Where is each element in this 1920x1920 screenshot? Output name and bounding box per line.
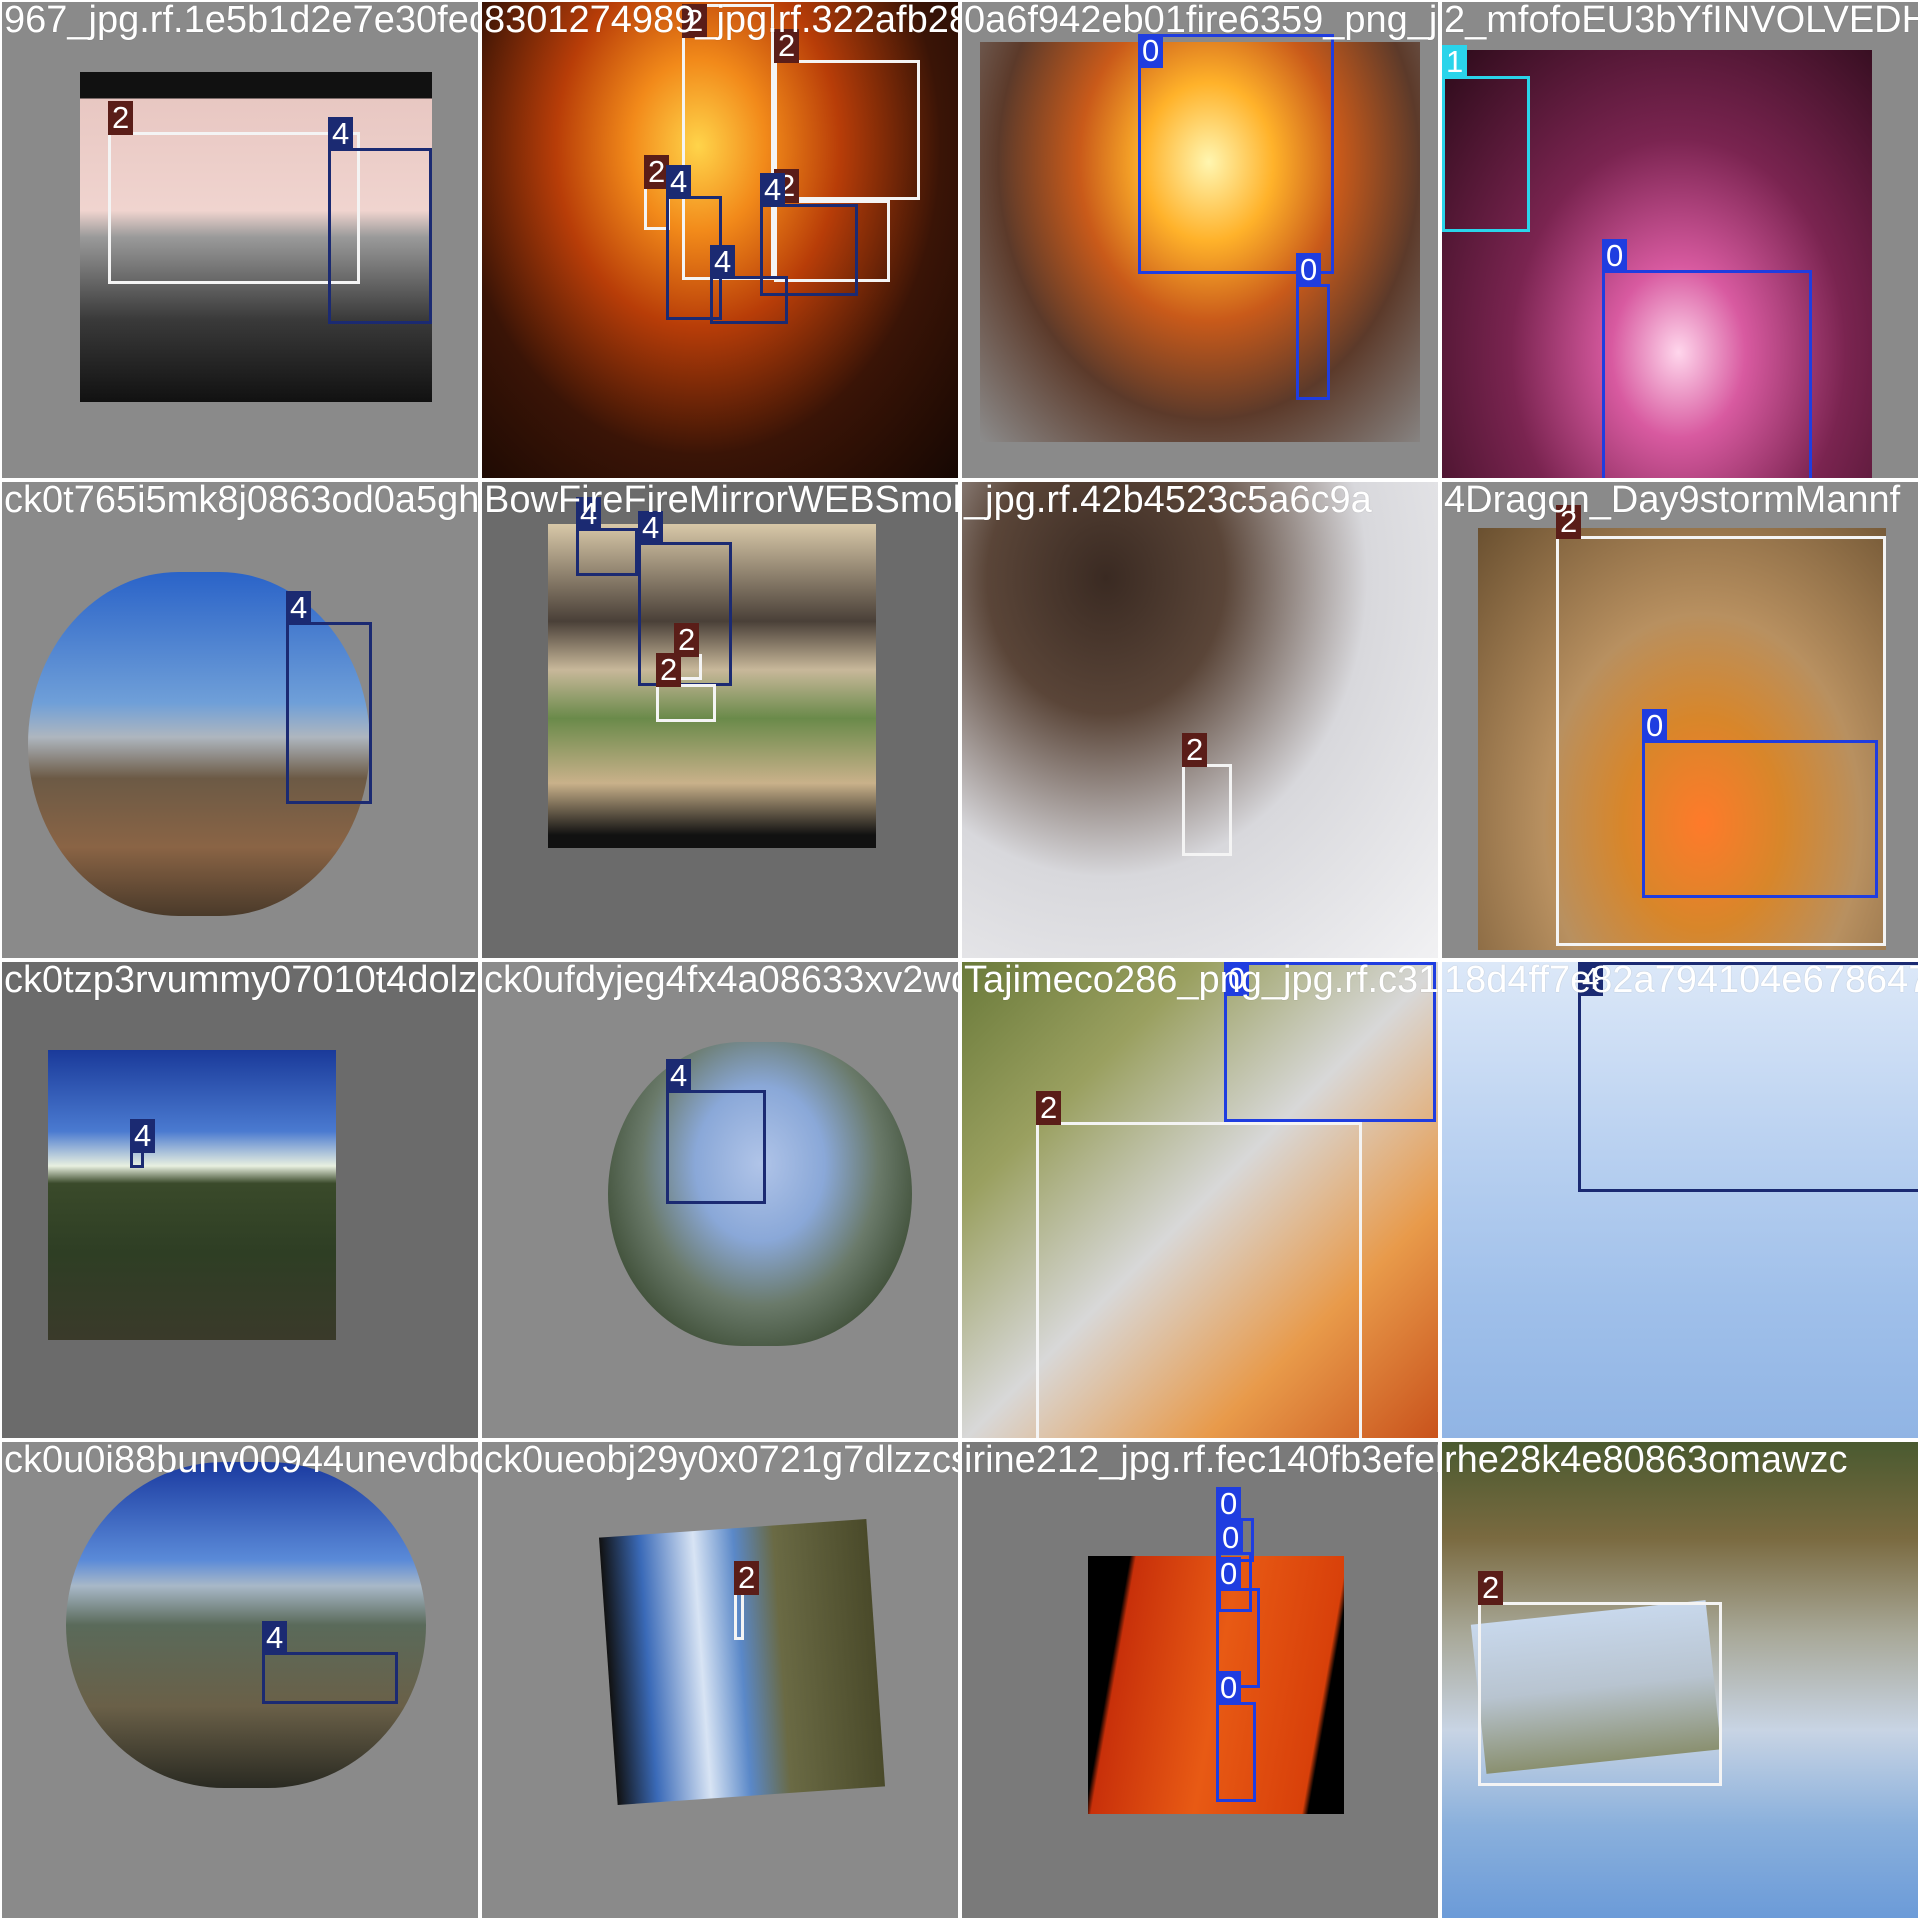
detection-class-label: 4 <box>130 1119 156 1153</box>
mosaic-tile: ck0ueobj29y0x0721g7dlzzcs 2 <box>480 1440 960 1920</box>
detection-class-label: 0 <box>1218 1521 1244 1555</box>
detection-box-class-4: 4 <box>666 1059 766 1204</box>
tile-filename: Tajimeco286_png_jpg.rf.c315 <box>964 960 1440 1001</box>
detection-class-label: 2 <box>1036 1091 1062 1125</box>
tile-filename: irine212_jpg.rf.fec140fb3efeb <box>964 1440 1440 1481</box>
mosaic-tile: _jpg.rf.42b4523c5a6c9a 2 <box>960 480 1440 960</box>
detection-class-label: 4 <box>262 1621 288 1655</box>
mosaic-tile: Tajimeco286_png_jpg.rf.c315 0 2 <box>960 960 1440 1440</box>
detection-class-label: 0 <box>1296 253 1322 287</box>
mosaic-tile: 967_jpg.rf.1e5b1d2e7e30fec 2 4 <box>0 0 480 480</box>
detection-class-label: 2 <box>656 653 682 687</box>
detection-class-label: 0 <box>1602 239 1628 273</box>
detection-box-class-4: 4 <box>130 1119 156 1168</box>
tile-filename: ck0ueobj29y0x0721g7dlzzcs <box>484 1440 960 1481</box>
mosaic-tile: ck0ufdyjeg4fx4a08633xv2wqe 4 <box>480 960 960 1440</box>
tile-filename: ck0u0i88bunv00944unevdbq <box>4 1440 480 1481</box>
tile-filename: ck0ufdyjeg4fx4a08633xv2wqe <box>484 960 960 1001</box>
detection-box-class-0: 0 <box>1602 239 1812 478</box>
mosaic-tile: ck0t765i5mk8j0863od0a5gh 4 <box>0 480 480 960</box>
detection-box-class-2: 2 <box>1036 1091 1362 1438</box>
mosaic-tile: ck0u0i88bunv00944unevdbq 4 <box>0 1440 480 1920</box>
detection-box-class-0: 0 <box>1216 1671 1256 1802</box>
tile-filename: 0a6f942eb01fire6359_png_jpg <box>964 0 1440 41</box>
tile-filename: ck0tzp3rvummy07010t4dolzz <box>4 960 480 1001</box>
detection-box-class-2: 2 <box>1182 733 1232 856</box>
detection-box-class-4: 4 <box>286 591 372 804</box>
tile-filename: 2_mfofoEU3bYfINVOLVEDH <box>1444 0 1920 41</box>
tile-filename: ck0t765i5mk8j0863od0a5gh <box>4 480 480 521</box>
detection-box-class-4: 4 <box>262 1621 398 1704</box>
detection-box-class-2: 2 <box>1478 1571 1722 1786</box>
detection-class-label: 4 <box>328 117 354 151</box>
detection-box-class-4: 4 <box>576 497 638 576</box>
mosaic-tile: 18d4ff7e82a794104e678647 4 <box>1440 960 1920 1440</box>
detection-box-class-0: 0 <box>1138 34 1334 274</box>
tile-filename: rhe28k4e80863omawzc <box>1444 1440 1848 1481</box>
mosaic-tile: BowFireFireMirrorWEBSmoke2509_jpg4422 <box>480 480 960 960</box>
scene-photo-hills-smoke-fisheye <box>66 1462 426 1788</box>
tile-filename: 967_jpg.rf.1e5b1d2e7e30fec <box>4 0 480 41</box>
scene-photo-forest-horizon-cam <box>48 1050 336 1340</box>
detection-class-label: 2 <box>674 623 700 657</box>
tile-filename: 8301274989_jpg.rf.322afb28e <box>484 0 960 41</box>
scene-photo-hands-lighting-tinder <box>962 482 1438 958</box>
detection-box-class-2: 2 <box>734 1561 760 1640</box>
mosaic-tile: 4Dragon_Day9stormMannf 2 0 <box>1440 480 1920 960</box>
mosaic-tile: 0a6f942eb01fire6359_png_jpg 0 0 <box>960 0 1440 480</box>
detection-class-label: 2 <box>1478 1571 1504 1605</box>
mosaic-tile: ck0tzp3rvummy07010t4dolzz 4 <box>0 960 480 1440</box>
detection-box-class-2: 2 <box>656 653 716 722</box>
detection-class-label: 0 <box>1642 709 1668 743</box>
mosaic-tile: 8301274989_jpg.rf.322afb28e 2 2 2 2 4 4 4 <box>480 0 960 480</box>
detection-class-label: 2 <box>108 101 134 135</box>
detection-box-class-2: 2 <box>108 101 360 284</box>
detection-class-label: 4 <box>710 245 736 279</box>
tile-filename: 18d4ff7e82a794104e678647 <box>1444 960 1920 1001</box>
mosaic-tile: rhe28k4e80863omawzc 2 <box>1440 1440 1920 1920</box>
detection-box-class-4: 4 <box>328 117 432 324</box>
tile-filename: BowFireFireMirrorWEBSmoke2509_jpg <box>484 480 960 521</box>
detection-box-class-0: 0 <box>1296 253 1330 400</box>
detection-class-label: 2 <box>734 1561 760 1595</box>
mosaic-tile: irine212_jpg.rf.fec140fb3efeb 0 0 0 0 <box>960 1440 1440 1920</box>
mosaic-tile: 2_mfofoEU3bYfINVOLVEDH 1 0 <box>1440 0 1920 480</box>
detection-box-class-1: 1 <box>1442 45 1530 232</box>
mosaic-grid: 967_jpg.rf.1e5b1d2e7e30fec 2 4 8301274989_j… <box>0 0 1920 1920</box>
detection-class-label: 0 <box>1216 1671 1242 1705</box>
detection-box-class-4: 4 <box>710 245 788 324</box>
detection-class-label: 0 <box>1216 1487 1242 1521</box>
detection-class-label: 2 <box>1182 733 1208 767</box>
detection-class-label: 4 <box>666 165 692 199</box>
tile-filename: 4Dragon_Day9stormMannf <box>1444 480 1901 521</box>
detection-class-label: 4 <box>760 173 786 207</box>
detection-class-label: 0 <box>1216 1557 1242 1591</box>
tile-filename: _jpg.rf.42b4523c5a6c9a <box>964 480 1372 521</box>
detection-box-class-0: 0 <box>1642 709 1878 898</box>
detection-class-label: 4 <box>286 591 312 625</box>
detection-class-label: 1 <box>1442 45 1468 79</box>
detection-class-label: 4 <box>666 1059 692 1093</box>
